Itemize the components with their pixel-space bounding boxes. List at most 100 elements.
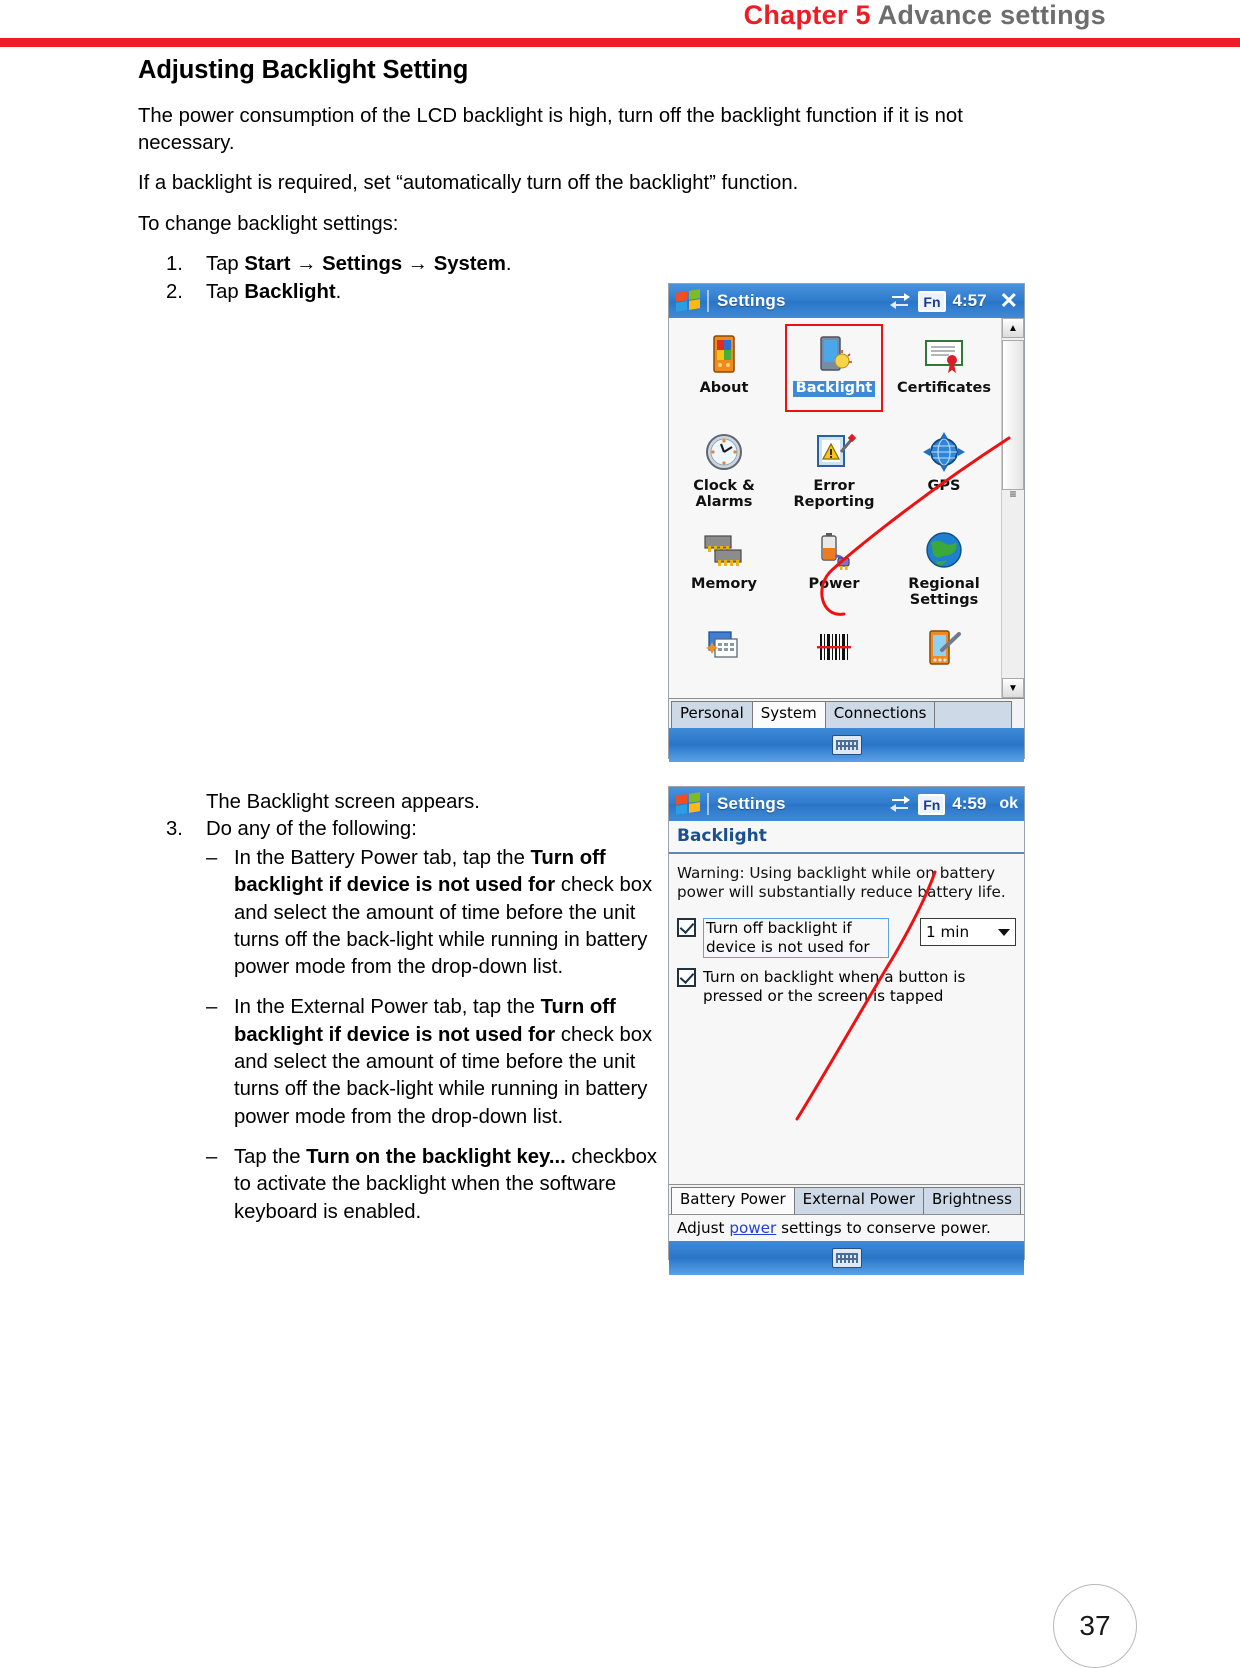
scroll-up-arrow-icon[interactable]: ▲ — [1002, 318, 1024, 338]
backlight-button-press-row: Turn on backlight when a button is press… — [677, 968, 1016, 1006]
timeout-dropdown[interactable]: 1 min — [920, 918, 1016, 946]
settings-item-regional-settings[interactable]: Regional Settings — [890, 522, 998, 620]
settings-item-label: Power — [808, 576, 860, 592]
bullet-3-pre: Tap the — [234, 1145, 307, 1168]
windows-logo-icon[interactable] — [675, 792, 703, 815]
step-3-number: 3. — [166, 818, 183, 840]
backlight-timeout-row: Turn off backlight if device is not used… — [677, 918, 1016, 958]
red-pen-annotation — [795, 870, 937, 1121]
step-1: 1. Tap Start → Settings → System. — [138, 251, 1043, 278]
memory-chips-icon — [701, 528, 747, 574]
pda-device-icon — [701, 332, 747, 378]
bullet-dash: – — [206, 996, 218, 1019]
bullet-external-power: – In the External Power tab, tap the Turn… — [206, 994, 674, 1130]
settings-item-error-reporting[interactable]: Error Reporting — [780, 424, 888, 522]
settings-item-label: Certificates — [896, 380, 992, 396]
clock-time[interactable]: 4:57 — [953, 291, 987, 311]
settings-item-power[interactable]: Power — [780, 522, 888, 620]
checkbox-turn-off-backlight[interactable] — [677, 918, 696, 937]
timeout-dropdown-value: 1 min — [926, 923, 970, 941]
screenshot-backlight-dialog: Settings Fn 4:59 ok Backlight Warning: U… — [668, 786, 1025, 1275]
backlight-page-header: Backlight — [669, 821, 1024, 854]
settings-item-row4-3[interactable] — [890, 620, 998, 698]
step-1-bold-system: System — [433, 253, 506, 275]
chapter-heading: Chapter 5 Advance settings — [744, 0, 1106, 31]
vertical-scrollbar[interactable]: ▲ ≡ ▼ — [1001, 318, 1024, 698]
settings-item-label: Memory — [691, 576, 757, 592]
settings-titlebar: Settings Fn 4:57 ✕ — [669, 284, 1024, 318]
settings-item-memory[interactable]: Memory — [670, 522, 778, 620]
stylus-pda-icon — [921, 626, 967, 672]
fn-key-icon[interactable]: Fn — [918, 793, 946, 815]
tab-connections[interactable]: Connections — [824, 701, 936, 728]
step-3-label: Do any of the following: — [206, 818, 417, 840]
barcode-icon — [811, 626, 857, 672]
scroll-down-arrow-icon[interactable]: ▼ — [1002, 678, 1024, 698]
status-post-text: settings to conserve power. — [776, 1219, 991, 1237]
keyboard-icon[interactable] — [831, 1248, 862, 1268]
tab-system[interactable]: System — [751, 701, 826, 728]
close-icon[interactable]: ✕ — [1000, 290, 1018, 312]
settings-item-label: Backlight — [792, 380, 876, 397]
settings-item-label: Regional Settings — [908, 576, 980, 608]
calendar-cards-icon — [701, 626, 747, 672]
step-1-bold-start: Start — [244, 253, 291, 275]
settings-icon-area: About Backlight Certificates Clock & Ala… — [669, 318, 1024, 698]
scrollbar-thumb[interactable] — [1002, 340, 1024, 490]
settings-app-title: Settings — [717, 291, 786, 310]
page-title: Adjusting Backlight Setting — [138, 56, 469, 84]
backlight-app-title: Settings — [717, 794, 786, 813]
keyboard-icon[interactable] — [831, 735, 862, 755]
ok-button[interactable]: ok — [999, 795, 1018, 813]
settings-item-clock-alarms[interactable]: Clock & Alarms — [670, 424, 778, 522]
backlight-page-title: Backlight — [677, 826, 767, 846]
bullet-battery-power: – In the Battery Power tab, tap the Turn … — [206, 845, 674, 981]
settings-item-backlight[interactable]: Backlight — [780, 324, 888, 424]
step-2-post: . — [335, 281, 342, 303]
step-1-arrow-2: → — [402, 253, 434, 275]
tab-empty — [934, 701, 1013, 728]
settings-item-gps[interactable]: GPS — [890, 424, 998, 522]
settings-item-row4-1[interactable] — [670, 620, 778, 698]
titlebar-status-area: Fn 4:57 ✕ — [889, 290, 1018, 312]
certificate-icon — [921, 332, 967, 378]
settings-item-row4-2[interactable] — [780, 620, 888, 698]
settings-item-certificates[interactable]: Certificates — [890, 326, 998, 424]
bullet-3-bold: Turn on the backlight key... — [306, 1145, 566, 1168]
settings-item-about[interactable]: About — [670, 326, 778, 424]
tab-personal[interactable]: Personal — [671, 701, 753, 728]
scrollbar-grip-icon: ≡ — [1009, 487, 1017, 501]
power-settings-link[interactable]: power — [729, 1219, 776, 1237]
settings-item-label: Error Reporting — [793, 478, 875, 510]
checkbox-turn-off-backlight-label[interactable]: Turn off backlight if device is not used… — [703, 918, 889, 958]
gps-globe-icon — [921, 430, 967, 476]
clock-time[interactable]: 4:59 — [952, 794, 986, 814]
connectivity-icon[interactable] — [889, 795, 911, 813]
settings-item-label: About — [699, 380, 749, 396]
backlight-tabstrip: Battery Power External Power Brightness — [669, 1184, 1024, 1214]
bullet-1-pre: In the Battery Power tab, tap the — [234, 847, 531, 869]
backlight-dialog-body: Warning: Using backlight while on batter… — [669, 854, 1024, 1184]
intro-paragraph-1: The power consumption of the LCD backlig… — [138, 105, 963, 154]
bullet-2-pre: In the External Power tab, tap the — [234, 996, 541, 1019]
tab-battery-power[interactable]: Battery Power — [671, 1187, 795, 1214]
screenshot-settings-system: Settings Fn 4:57 ✕ About Backlight Certi… — [668, 283, 1025, 762]
backlight-warning-text: Warning: Using backlight while on batter… — [677, 864, 1006, 901]
bullet-backlight-key: – Tap the Turn on the backlight key... ch… — [206, 1144, 674, 1226]
intro-paragraph-3: To change backlight settings: — [138, 212, 399, 235]
tab-external-power[interactable]: External Power — [793, 1187, 924, 1214]
step-1-post: . — [505, 253, 512, 275]
step-1-arrow-1: → — [290, 253, 323, 275]
tab-brightness[interactable]: Brightness — [923, 1187, 1021, 1214]
step-1-bold-settings: Settings — [322, 253, 403, 275]
status-pre-text: Adjust — [677, 1219, 730, 1237]
backlight-icon — [811, 332, 857, 378]
checkbox-turn-on-backlight[interactable] — [677, 968, 696, 987]
checkbox-turn-on-backlight-label[interactable]: Turn on backlight when a button is press… — [703, 968, 983, 1006]
connectivity-icon[interactable] — [889, 292, 911, 310]
power-battery-icon — [811, 528, 857, 574]
intro-paragraph-2: If a backlight is required, set “automat… — [138, 172, 799, 194]
chapter-subtitle: Advance settings — [877, 0, 1106, 30]
windows-logo-icon[interactable] — [675, 289, 703, 312]
fn-key-icon[interactable]: Fn — [918, 290, 946, 312]
